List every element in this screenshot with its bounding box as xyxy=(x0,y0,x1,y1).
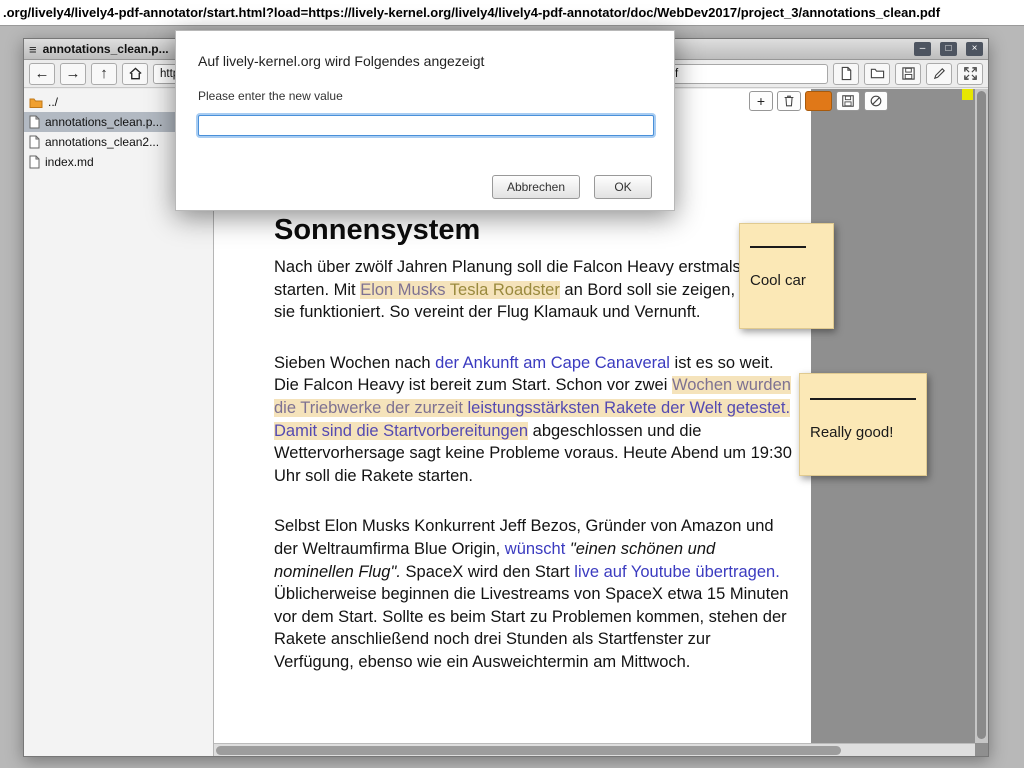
text-segment-hl-link[interactable]: leistungsstärksten Rakete der Welt getes… xyxy=(468,399,791,417)
back-button[interactable]: ← xyxy=(29,63,55,85)
file-icon xyxy=(29,155,40,169)
note-text: Cool car xyxy=(750,272,823,289)
pdf-paragraph: Selbst Elon Musks Konkurrent Jeff Bezos,… xyxy=(274,515,793,673)
new-document-button[interactable] xyxy=(833,63,859,85)
file-icon xyxy=(29,135,40,149)
file-label: ../ xyxy=(48,95,58,109)
forward-button[interactable]: → xyxy=(60,63,86,85)
save-icon xyxy=(901,66,916,81)
close-button[interactable]: × xyxy=(966,42,983,56)
text-segment-hl-olive[interactable]: Tesla Roadster xyxy=(450,281,560,299)
folder-icon xyxy=(870,66,885,81)
fullscreen-button[interactable] xyxy=(957,63,983,85)
highlight-color-swatch[interactable] xyxy=(805,91,832,111)
add-annotation-button[interactable]: + xyxy=(749,91,773,111)
text-segment-link[interactable]: live auf Youtube übertragen. xyxy=(574,563,780,581)
text-segment-hl-link[interactable]: Damit sind die Startvorbereitungen xyxy=(274,422,528,440)
cancel-annotation-button[interactable] xyxy=(864,91,888,111)
file-label: annotations_clean.p... xyxy=(45,115,162,129)
sticky-note[interactable]: Cool car xyxy=(739,223,834,329)
pencil-icon xyxy=(932,66,947,81)
browser-url-text: .org/lively4/lively4-pdf-annotator/start… xyxy=(3,5,940,20)
pdf-heading-line2: Sonnensystem xyxy=(274,214,793,247)
screen: .org/lively4/lively4-pdf-annotator/start… xyxy=(0,0,1024,768)
up-button[interactable]: ↑ xyxy=(91,63,117,85)
cancel-button[interactable]: Abbrechen xyxy=(492,175,580,199)
yellow-marker[interactable] xyxy=(962,89,973,100)
cancel-icon xyxy=(869,94,883,108)
text-segment: SpaceX wird den Start xyxy=(401,563,574,581)
vertical-scrollbar xyxy=(975,89,988,743)
note-text: Really good! xyxy=(810,424,916,441)
browser-url-bar[interactable]: .org/lively4/lively4-pdf-annotator/start… xyxy=(0,0,1024,26)
folder-icon xyxy=(29,97,43,108)
file-icon xyxy=(29,115,40,129)
text-segment-hl[interactable]: Elon Musks xyxy=(360,281,450,299)
dialog-buttons: Abbrechen OK xyxy=(492,175,652,199)
note-underline xyxy=(750,246,806,248)
home-icon xyxy=(128,66,143,81)
trash-icon xyxy=(782,94,796,108)
prompt-dialog: Auf lively-kernel.org wird Folgendes ang… xyxy=(175,30,675,211)
document-icon xyxy=(839,66,854,81)
dialog-title: Auf lively-kernel.org wird Folgendes ang… xyxy=(198,53,652,69)
file-label: annotations_clean2... xyxy=(45,135,159,149)
text-segment: Sieben Wochen nach xyxy=(274,354,435,372)
save-annotations-button[interactable] xyxy=(836,91,860,111)
pdf-paragraph: Nach über zwölf Jahren Planung soll die … xyxy=(274,256,793,324)
delete-annotation-button[interactable] xyxy=(777,91,801,111)
vertical-scrollbar-thumb[interactable] xyxy=(977,91,986,739)
horizontal-scrollbar-thumb[interactable] xyxy=(216,746,841,755)
menu-icon[interactable]: ≡ xyxy=(29,42,37,57)
ok-button[interactable]: OK xyxy=(594,175,652,199)
dialog-input[interactable] xyxy=(198,115,654,136)
fullscreen-icon xyxy=(963,66,978,81)
sticky-note[interactable]: Really good! xyxy=(799,373,927,476)
open-folder-button[interactable] xyxy=(864,63,890,85)
text-segment-link[interactable]: wünscht xyxy=(505,540,566,558)
note-underline xyxy=(810,398,916,400)
minimize-button[interactable]: – xyxy=(914,42,931,56)
maximize-button[interactable]: □ xyxy=(940,42,957,56)
horizontal-scrollbar xyxy=(214,743,975,756)
annotation-toolbar: + xyxy=(749,91,888,111)
edit-button[interactable] xyxy=(926,63,952,85)
dialog-message: Please enter the new value xyxy=(198,89,652,103)
file-label: index.md xyxy=(45,155,94,169)
text-segment: Üblicherweise beginnen die Livestreams v… xyxy=(274,585,789,671)
save-icon xyxy=(841,94,855,108)
home-button[interactable] xyxy=(122,63,148,85)
text-segment-link[interactable]: der Ankunft am Cape Canaveral xyxy=(435,354,670,372)
pdf-paragraph: Sieben Wochen nach der Ankunft am Cape C… xyxy=(274,352,793,488)
save-button[interactable] xyxy=(895,63,921,85)
